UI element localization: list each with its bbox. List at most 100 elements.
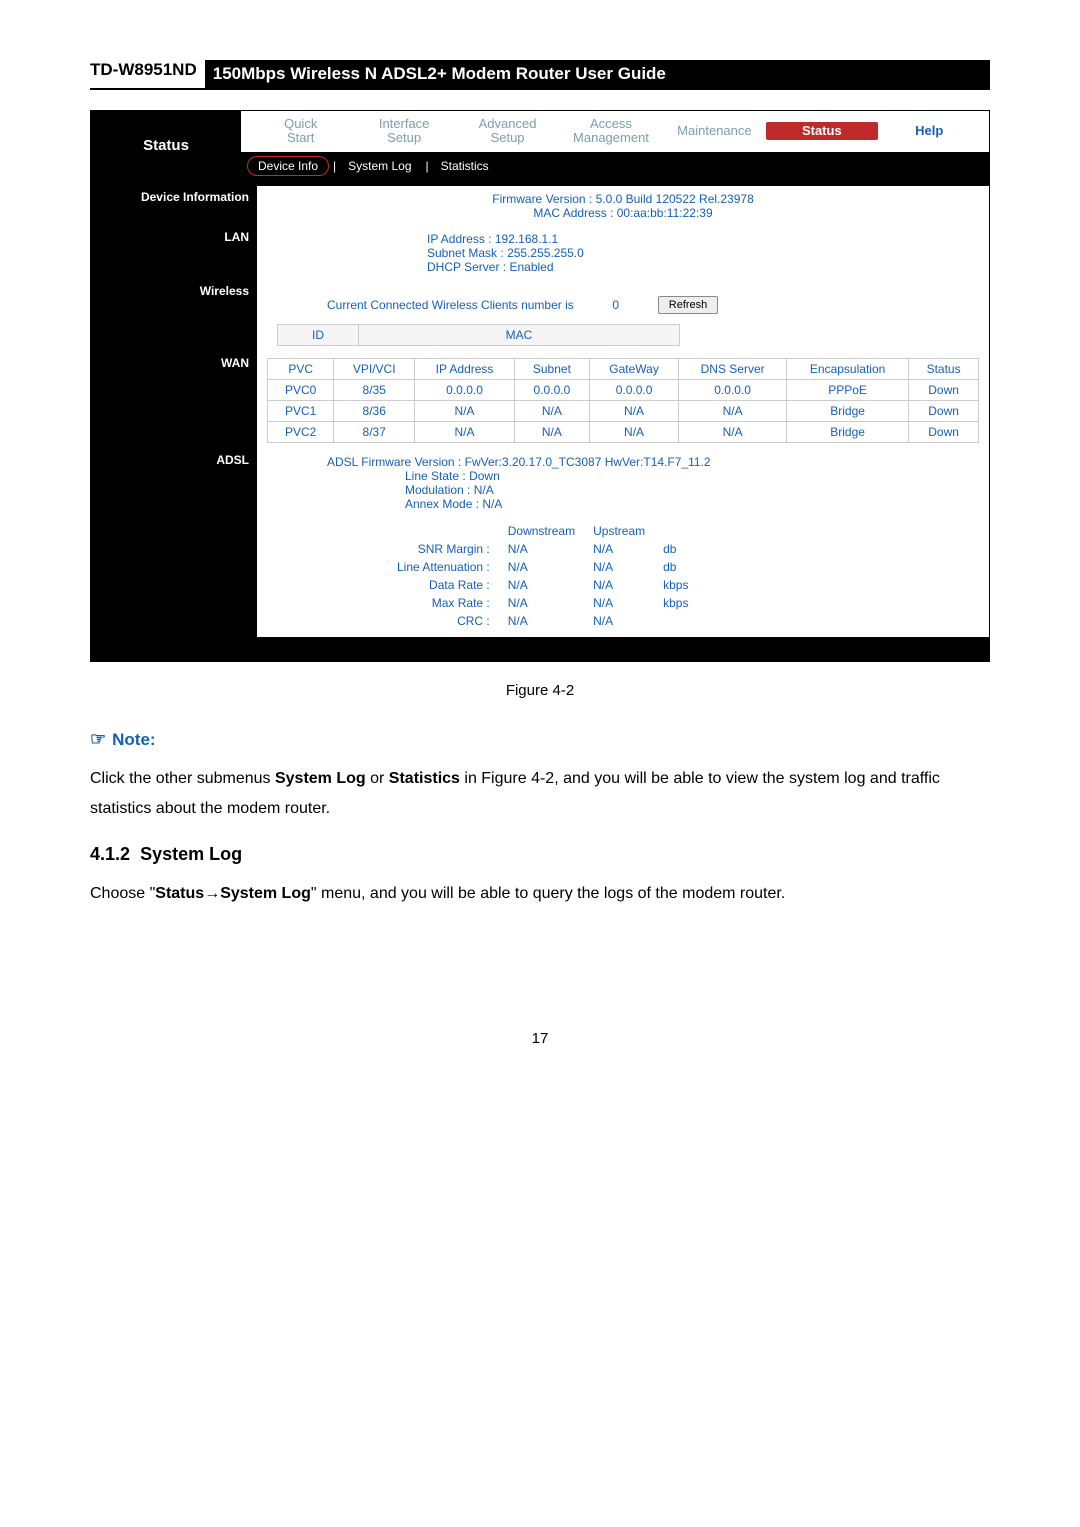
adsl-row: Data Rate :N/AN/Akbps: [389, 577, 696, 593]
annex-label: Annex Mode :: [405, 497, 479, 511]
text: Choose ": [90, 885, 155, 902]
subtab-system-log[interactable]: System Log: [338, 157, 421, 175]
cell: db: [655, 541, 696, 557]
cell: 0.0.0.0: [415, 379, 515, 400]
cell: N/A: [514, 400, 589, 421]
text: or: [366, 770, 389, 787]
cell: 0.0.0.0: [589, 379, 678, 400]
clients-count: 0: [586, 298, 646, 312]
mac-value: 00:aa:bb:11:22:39: [617, 206, 713, 220]
cell: Line Attenuation :: [389, 559, 498, 575]
cell: PVC1: [268, 400, 334, 421]
cell: N/A: [500, 595, 583, 611]
adsl-row: Max Rate :N/AN/Akbps: [389, 595, 696, 611]
cell: N/A: [585, 541, 653, 557]
cell: N/A: [514, 421, 589, 442]
cell: N/A: [679, 400, 787, 421]
subnet-value: 255.255.255.0: [507, 246, 584, 260]
table-row: PVC0 8/35 0.0.0.0 0.0.0.0 0.0.0.0 0.0.0.…: [268, 379, 979, 400]
ip-value: 192.168.1.1: [495, 232, 558, 246]
section-wan: WAN: [91, 352, 257, 449]
adsl-content: ADSL Firmware Version : FwVer:3.20.17.0_…: [257, 449, 989, 637]
col-pvc: PVC: [268, 358, 334, 379]
adsl-row: SNR Margin :N/AN/Adb: [389, 541, 696, 557]
model-label: TD-W8951ND: [90, 56, 197, 83]
tab-status[interactable]: Status: [766, 122, 877, 140]
cell: N/A: [589, 421, 678, 442]
col-gateway: GateWay: [589, 358, 678, 379]
section-device-info: Device Information: [91, 186, 257, 226]
doc-title: 150Mbps Wireless N ADSL2+ Modem Router U…: [205, 60, 990, 88]
dhcp-value: Enabled: [509, 260, 553, 274]
cell: Bridge: [787, 421, 909, 442]
section-num: 4.1.2: [90, 844, 130, 864]
cell: kbps: [655, 577, 696, 593]
adsl-row: CRC :N/AN/A: [389, 613, 696, 629]
tab-interface-setup[interactable]: Interface Setup: [352, 117, 455, 146]
adsl-fw-label: ADSL Firmware Version :: [327, 455, 461, 469]
clients-text: Current Connected Wireless Clients numbe…: [267, 298, 574, 312]
section-title: System Log: [140, 844, 242, 864]
section-wireless: Wireless: [91, 280, 257, 352]
cell: N/A: [589, 400, 678, 421]
cell: N/A: [500, 613, 583, 629]
page-number: 17: [90, 1030, 990, 1047]
cell: 0.0.0.0: [679, 379, 787, 400]
table-row: PVC1 8/36 N/A N/A N/A N/A Bridge Down: [268, 400, 979, 421]
cell: 8/37: [334, 421, 415, 442]
separator: |: [424, 159, 431, 173]
subtab-statistics[interactable]: Statistics: [431, 157, 499, 175]
cell: Down: [909, 400, 979, 421]
col-ip: IP Address: [415, 358, 515, 379]
tab-access-management[interactable]: Access Management: [559, 117, 662, 146]
cell: [655, 613, 696, 629]
modulation-value: N/A: [474, 483, 494, 497]
col-subnet: Subnet: [514, 358, 589, 379]
page-title-status: Status: [91, 111, 241, 180]
cell: kbps: [655, 595, 696, 611]
cell: N/A: [585, 577, 653, 593]
firmware-value: 5.0.0 Build 120522 Rel.23978: [596, 192, 754, 206]
line-state-label: Line State :: [405, 469, 466, 483]
doc-header: TD-W8951ND 150Mbps Wireless N ADSL2+ Mod…: [90, 60, 990, 90]
cell: CRC :: [389, 613, 498, 629]
tab-maintenance[interactable]: Maintenance: [663, 124, 766, 138]
section-heading: 4.1.2 System Log: [90, 844, 990, 865]
router-admin-screenshot: Status Quick Start Interface Setup Advan…: [90, 110, 990, 662]
modulation-label: Modulation :: [405, 483, 470, 497]
section-body: Choose "Status→System Log" menu, and you…: [90, 879, 990, 909]
col-mac: MAC: [359, 324, 680, 345]
col-upstream: Upstream: [585, 523, 653, 539]
cell: Max Rate :: [389, 595, 498, 611]
adsl-row: Line Attenuation :N/AN/Adb: [389, 559, 696, 575]
tab-help[interactable]: Help: [878, 124, 981, 138]
cell: Bridge: [787, 400, 909, 421]
annex-value: N/A: [482, 497, 502, 511]
cell: N/A: [500, 577, 583, 593]
figure-caption: Figure 4-2: [90, 682, 990, 699]
cell: Down: [909, 379, 979, 400]
bold-text: Statistics: [389, 770, 460, 787]
line-state-value: Down: [469, 469, 500, 483]
cell: Data Rate :: [389, 577, 498, 593]
pointing-hand-icon: ☞: [90, 729, 106, 749]
col-id: ID: [278, 324, 359, 345]
cell: N/A: [415, 400, 515, 421]
dhcp-label: DHCP Server :: [427, 260, 506, 274]
col-downstream: Downstream: [500, 523, 583, 539]
wan-header-row: PVC VPI/VCI IP Address Subnet GateWay DN…: [268, 358, 979, 379]
cell: N/A: [500, 559, 583, 575]
arrow-icon: →: [204, 885, 220, 902]
refresh-button[interactable]: Refresh: [658, 296, 719, 314]
note-label: Note:: [112, 730, 155, 749]
tab-quick-start[interactable]: Quick Start: [249, 117, 352, 146]
section-lan: LAN: [91, 226, 257, 280]
col-encap: Encapsulation: [787, 358, 909, 379]
cell: Down: [909, 421, 979, 442]
cell: 0.0.0.0: [514, 379, 589, 400]
col-vpivci: VPI/VCI: [334, 358, 415, 379]
subtab-device-info[interactable]: Device Info: [247, 156, 329, 176]
text: " menu, and you will be able to query th…: [311, 885, 785, 902]
tab-advanced-setup[interactable]: Advanced Setup: [456, 117, 559, 146]
cell: N/A: [415, 421, 515, 442]
